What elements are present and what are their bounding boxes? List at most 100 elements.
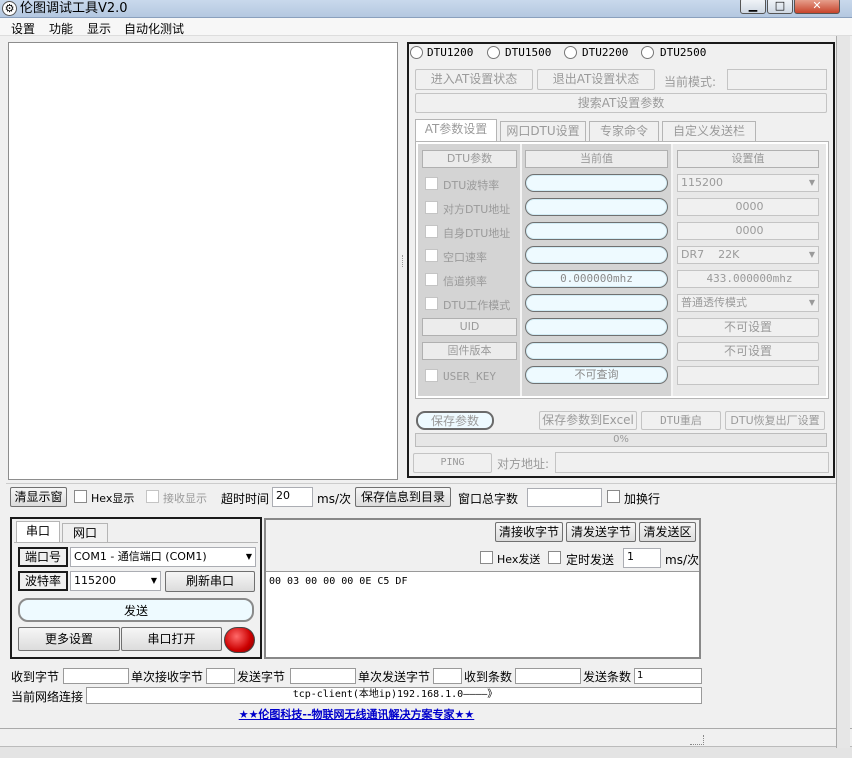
- tab-expert-commands[interactable]: 专家命令: [589, 121, 659, 141]
- timed-send-checkbox[interactable]: [548, 551, 561, 564]
- setting-dtu-baud-select[interactable]: 115200 ▼: [677, 174, 819, 192]
- port-select[interactable]: COM1 - 通信端口 (COM1) ▼: [70, 547, 256, 567]
- receive-display[interactable]: [8, 42, 398, 480]
- exit-at-button[interactable]: 退出AT设置状态: [537, 69, 655, 90]
- check-work-mode[interactable]: [425, 297, 438, 310]
- chevron-down-icon: ▼: [245, 552, 252, 561]
- peer-address-input[interactable]: [555, 452, 829, 473]
- company-link[interactable]: ★★伦图科技--物联网无线通讯解决方案专家★★: [239, 708, 475, 721]
- header-dtu-param: DTU参数: [422, 150, 517, 168]
- window-title: 伦图调试工具V2.0: [20, 1, 128, 16]
- send-count-field: 1: [634, 668, 702, 684]
- save-to-excel-button[interactable]: 保存参数到Excel: [539, 411, 637, 430]
- check-channel-freq[interactable]: [425, 273, 438, 286]
- title-bar: ⚙ 伦图调试工具V2.0 ▁ □ ✕: [0, 0, 852, 18]
- header-setting-value: 设置值: [677, 150, 819, 168]
- progress-bar: 0%: [415, 433, 827, 447]
- progress-text: 0%: [613, 434, 629, 445]
- timeout-input[interactable]: 20: [272, 487, 313, 507]
- save-info-button[interactable]: 保存信息到目录: [355, 487, 451, 507]
- baud-value: 115200: [74, 574, 116, 587]
- menu-item-display[interactable]: 显示: [87, 20, 111, 37]
- receive-display-label: 接收显示: [163, 492, 207, 505]
- refresh-port-button[interactable]: 刷新串口: [165, 571, 255, 592]
- tab-network[interactable]: 网口: [62, 523, 108, 542]
- menu-item-function[interactable]: 功能: [49, 20, 73, 37]
- param-name-work-mode: DTU工作模式: [443, 299, 511, 312]
- radio-dtu2500[interactable]: [641, 46, 654, 59]
- setting-self-addr[interactable]: 0000: [677, 222, 819, 240]
- setting-work-mode-select[interactable]: 普通透传模式 ▼: [677, 294, 819, 312]
- check-air-rate[interactable]: [425, 249, 438, 262]
- tab-net-dtu[interactable]: 网口DTU设置: [500, 121, 586, 141]
- close-button[interactable]: ✕: [794, 0, 840, 14]
- enter-at-button[interactable]: 进入AT设置状态: [415, 69, 533, 90]
- receive-display-checkbox[interactable]: [146, 490, 159, 503]
- connection-field: tcp-client(本地ip)192.168.1.0————》: [86, 687, 702, 704]
- interval-input[interactable]: 1: [623, 548, 661, 568]
- hex-display-label: Hex显示: [91, 492, 135, 505]
- clear-recv-bytes-button[interactable]: 清接收字节: [495, 522, 563, 542]
- clear-display-button[interactable]: 清显示窗: [10, 487, 67, 507]
- setting-uid-button[interactable]: 不可设置: [677, 318, 819, 337]
- send-text-area[interactable]: 00 03 00 00 00 0E C5 DF: [266, 571, 699, 657]
- hex-display-checkbox[interactable]: [74, 490, 87, 503]
- add-newline-checkbox[interactable]: [607, 490, 620, 503]
- current-dtu-baud: [525, 174, 668, 192]
- tab-serial[interactable]: 串口: [16, 521, 60, 542]
- param-name-user-key: USER_KEY: [443, 370, 496, 383]
- peer-address-label: 对方地址:: [497, 457, 550, 471]
- setting-air-rate-select[interactable]: DR7 22K ▼: [677, 246, 819, 264]
- radio-dtu2500-label: DTU2500: [660, 46, 707, 59]
- maximize-button[interactable]: □: [767, 0, 793, 14]
- radio-dtu1200[interactable]: [410, 46, 423, 59]
- header-current-value: 当前值: [525, 150, 668, 168]
- splitter-grip[interactable]: [402, 255, 405, 267]
- dtu-reboot-button[interactable]: DTU重启: [641, 411, 721, 430]
- setting-channel-freq[interactable]: 433.000000mhz: [677, 270, 819, 288]
- recv-count-field: [515, 668, 581, 684]
- timeout-label: 超时时间: [221, 492, 270, 506]
- tab-divider: [14, 542, 258, 543]
- check-peer-addr[interactable]: [425, 201, 438, 214]
- setting-air-rate-value: DR7 22K: [681, 248, 740, 261]
- param-name-firmware: 固件版本: [422, 342, 517, 360]
- current-peer-addr: [525, 198, 668, 216]
- window-right-border: [836, 36, 850, 748]
- tab-custom-send[interactable]: 自定义发送栏: [662, 121, 756, 141]
- param-name-channel-freq: 信道频率: [443, 275, 487, 288]
- radio-dtu2200[interactable]: [564, 46, 577, 59]
- open-port-button[interactable]: 串口打开: [121, 627, 222, 651]
- setting-peer-addr[interactable]: 0000: [677, 198, 819, 216]
- port-value: COM1 - 通信端口 (COM1): [74, 550, 207, 563]
- recv-bytes-label: 收到字节: [11, 670, 60, 684]
- baud-select[interactable]: 115200 ▼: [70, 571, 161, 591]
- clear-send-area-button[interactable]: 清发送区: [639, 522, 696, 542]
- single-recv-label: 单次接收字节: [131, 670, 204, 684]
- tab-at-params[interactable]: AT参数设置: [415, 119, 497, 141]
- window-bottom-border: [0, 746, 852, 758]
- timeout-unit: ms/次: [317, 492, 351, 506]
- more-settings-button[interactable]: 更多设置: [18, 627, 120, 651]
- factory-reset-button[interactable]: DTU恢复出厂设置: [725, 411, 825, 430]
- current-firmware: [525, 342, 668, 360]
- check-dtu-baud[interactable]: [425, 177, 438, 190]
- radio-dtu1500[interactable]: [487, 46, 500, 59]
- setting-firmware-button[interactable]: 不可设置: [677, 342, 819, 361]
- ping-button[interactable]: PING: [413, 453, 492, 473]
- clear-send-bytes-button[interactable]: 清发送字节: [566, 522, 636, 542]
- connection-label: 当前网络连接: [11, 690, 84, 704]
- hex-send-checkbox[interactable]: [480, 551, 493, 564]
- chevron-down-icon: ▼: [808, 178, 815, 187]
- menu-item-settings[interactable]: 设置: [11, 20, 35, 37]
- send-button[interactable]: 发送: [18, 598, 254, 622]
- menu-item-automation[interactable]: 自动化测试: [124, 20, 184, 37]
- check-self-addr[interactable]: [425, 225, 438, 238]
- minimize-button[interactable]: ▁: [740, 0, 766, 14]
- current-user-key: 不可查询: [525, 366, 668, 384]
- search-at-params-button[interactable]: 搜索AT设置参数: [415, 93, 827, 113]
- setting-user-key[interactable]: [677, 366, 819, 385]
- resize-grip-icon[interactable]: [690, 735, 704, 745]
- check-user-key[interactable]: [425, 369, 438, 382]
- save-params-button[interactable]: 保存参数: [416, 411, 494, 430]
